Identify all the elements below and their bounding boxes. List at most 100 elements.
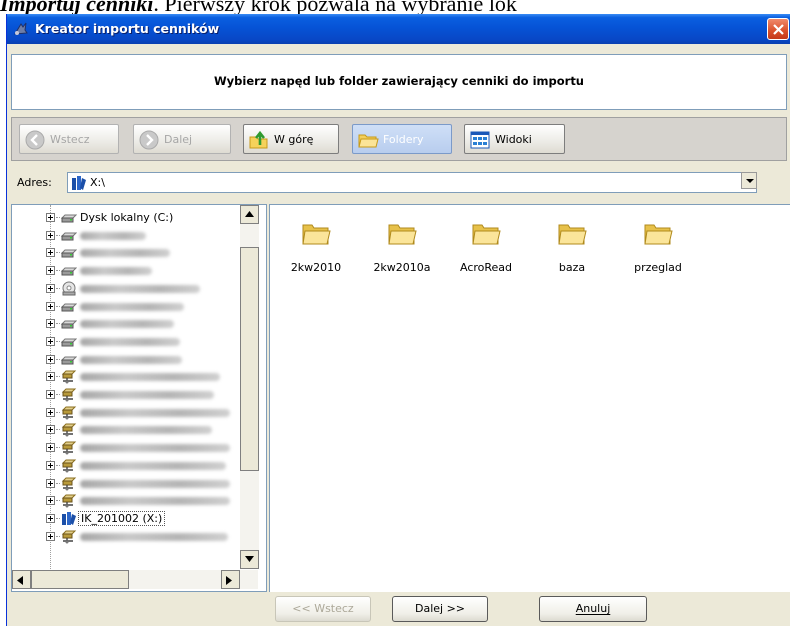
close-icon	[773, 24, 784, 35]
tree-item[interactable]	[12, 457, 248, 474]
toolbar-views-button[interactable]: Widoki	[464, 124, 565, 154]
expand-plus-icon[interactable]	[46, 478, 55, 488]
toolbar-up-button[interactable]: W górę	[243, 124, 339, 154]
folder-item[interactable]: 2kw2010a	[362, 217, 442, 277]
close-button[interactable]	[767, 18, 789, 40]
tree-item[interactable]	[12, 244, 248, 261]
redacted-label	[80, 267, 152, 276]
network-drive-icon	[61, 476, 77, 491]
expand-plus-icon[interactable]	[46, 283, 55, 293]
expand-plus-icon[interactable]	[46, 443, 55, 453]
folder-name: przeglad	[634, 261, 682, 274]
network-drive-icon	[61, 422, 77, 437]
tree-item[interactable]	[12, 386, 248, 403]
expand-plus-icon[interactable]	[46, 354, 55, 364]
toolbar-forward-button[interactable]: Dalej	[133, 124, 231, 154]
tree-vertical-scrollbar[interactable]	[240, 205, 259, 569]
expand-plus-icon[interactable]	[46, 248, 55, 258]
tree-item[interactable]	[12, 404, 248, 421]
tree-item[interactable]	[12, 333, 248, 350]
expand-plus-icon[interactable]	[46, 319, 55, 329]
folder-name: baza	[558, 261, 586, 274]
drive-icon	[60, 299, 78, 314]
tree-item[interactable]	[12, 475, 248, 492]
network-drive-icon	[61, 529, 77, 544]
expand-plus-icon[interactable]	[46, 301, 55, 311]
address-field[interactable]: X:\	[67, 172, 757, 193]
scroll-up-button[interactable]	[240, 205, 259, 224]
folders-icon	[358, 134, 379, 148]
toolbar-folders-label: Foldery	[383, 133, 424, 146]
address-value: X:\	[90, 176, 105, 189]
redacted-label	[80, 337, 180, 346]
expand-plus-icon[interactable]	[46, 390, 55, 399]
tree-hscroll-thumb[interactable]	[31, 570, 129, 589]
expand-plus-icon[interactable]	[46, 496, 55, 506]
toolbar-back-button[interactable]: Wstecz	[19, 124, 119, 154]
folder-item[interactable]: baza	[532, 217, 612, 277]
views-grid-icon	[470, 131, 490, 149]
expand-plus-icon[interactable]	[46, 336, 55, 346]
scroll-right-icon	[226, 576, 232, 585]
expand-plus-icon[interactable]	[46, 460, 55, 470]
network-drive-icon	[61, 440, 77, 455]
folder-item[interactable]: 2kw2010	[276, 217, 356, 277]
expand-plus-icon[interactable]	[46, 425, 55, 435]
address-dropdown-button[interactable]	[741, 172, 757, 189]
expand-plus-icon[interactable]	[46, 531, 55, 541]
folder-item[interactable]: AcroRead	[446, 217, 526, 277]
tree-item[interactable]	[12, 351, 248, 368]
network-drive-icon	[61, 493, 77, 508]
tree-item[interactable]	[12, 368, 248, 385]
tree-scroll-thumb[interactable]	[240, 247, 259, 471]
tree-item[interactable]	[12, 439, 248, 456]
tree-item[interactable]	[12, 262, 248, 279]
library-icon	[72, 176, 86, 190]
folder-tree[interactable]: Dysk lokalny (C:) IK_201002 (X:)	[11, 204, 267, 592]
expand-plus-icon[interactable]	[46, 230, 55, 240]
tree-item[interactable]	[12, 227, 248, 244]
redacted-label	[80, 355, 182, 364]
network-drive-icon	[61, 405, 77, 420]
library-icon	[61, 511, 77, 526]
tree-horizontal-scrollbar[interactable]	[12, 570, 258, 589]
tree-item[interactable]	[12, 315, 248, 332]
wizard-cancel-button[interactable]: Anuluj	[539, 596, 647, 622]
wizard-back-button[interactable]: << Wstecz	[275, 596, 371, 622]
tree-item[interactable]: IK_201002 (X:)	[12, 510, 248, 527]
tree-item[interactable]	[12, 280, 248, 297]
scroll-up-icon	[245, 211, 254, 217]
toolbar-folders-button[interactable]: Foldery	[352, 124, 452, 154]
tree-item[interactable]: Dysk lokalny (C:)	[12, 209, 248, 226]
tree-item[interactable]	[12, 421, 248, 438]
navigation-toolbar: Wstecz Dalej W górę Foldery Widoki	[11, 117, 787, 161]
wizard-header-panel: Wybierz napęd lub folder zawierający cen…	[11, 54, 787, 110]
folder-item[interactable]: przeglad	[618, 217, 698, 277]
redacted-label	[80, 320, 174, 329]
redacted-label	[80, 532, 228, 541]
tree-item[interactable]	[12, 528, 248, 545]
tree-item[interactable]	[12, 492, 248, 509]
scroll-right-button[interactable]	[221, 570, 240, 589]
scroll-left-button[interactable]	[12, 570, 31, 589]
expand-plus-icon[interactable]	[46, 513, 55, 523]
expand-plus-icon[interactable]	[46, 372, 55, 382]
expand-plus-icon[interactable]	[46, 213, 55, 222]
folder-contents-panel[interactable]: 2kw2010 2kw2010a AcroRead baza przeglad	[269, 204, 790, 592]
redacted-label	[80, 391, 214, 399]
redacted-label	[80, 408, 230, 417]
toolbar-forward-label: Dalej	[164, 133, 193, 146]
toolbar-views-label: Widoki	[495, 133, 532, 146]
drive-icon	[60, 210, 78, 225]
wizard-next-button[interactable]: Dalej >>	[392, 596, 488, 622]
folder-name: 2kw2010	[290, 261, 342, 274]
expand-plus-icon[interactable]	[46, 266, 55, 276]
title-bar[interactable]: Kreator importu cenników	[7, 14, 790, 44]
scroll-down-button[interactable]	[240, 550, 259, 569]
toolbar-back-label: Wstecz	[50, 133, 90, 146]
tree-item[interactable]	[12, 298, 248, 315]
expand-plus-icon[interactable]	[46, 407, 55, 417]
redacted-label	[80, 373, 220, 382]
redacted-label	[80, 302, 184, 311]
drive-icon	[60, 316, 78, 331]
